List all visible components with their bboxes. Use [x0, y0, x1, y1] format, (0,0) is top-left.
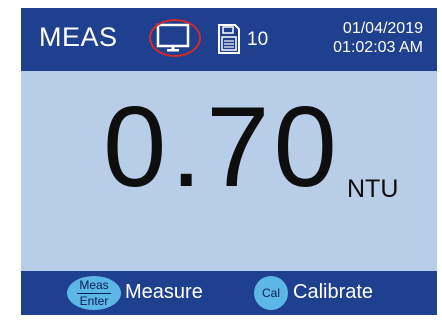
reading-value: 0.70: [103, 84, 341, 211]
cal-key[interactable]: Cal: [254, 276, 288, 310]
mode-label: MEAS: [39, 22, 118, 52]
reading-unit: NTU: [347, 175, 399, 203]
status-bar: MEAS 10 01/04/2019 01:02:03 AM: [21, 8, 437, 71]
stored-count: 10: [247, 29, 269, 50]
meas-key-label: Meas: [79, 278, 109, 292]
date-text: 01/04/2019: [342, 20, 423, 37]
reading-area: 0.70 NTU: [21, 71, 437, 271]
instrument-display: MEAS 10 01/04/2019 01:02:03 AM 0.70 NTU …: [21, 8, 437, 315]
enter-key-label: Enter: [79, 294, 109, 308]
highlight-ring: [149, 19, 201, 57]
calibrate-label: Calibrate: [293, 281, 374, 303]
time-text: 01:02:03 AM: [333, 39, 423, 56]
measure-label: Measure: [125, 281, 203, 303]
meas-enter-key[interactable]: Meas Enter: [67, 276, 121, 310]
softkey-bar: Meas Enter Measure Cal Calibrate: [21, 271, 437, 315]
floppy-disk-icon[interactable]: [217, 23, 241, 55]
datetime: 01/04/2019 01:02:03 AM: [333, 19, 423, 57]
